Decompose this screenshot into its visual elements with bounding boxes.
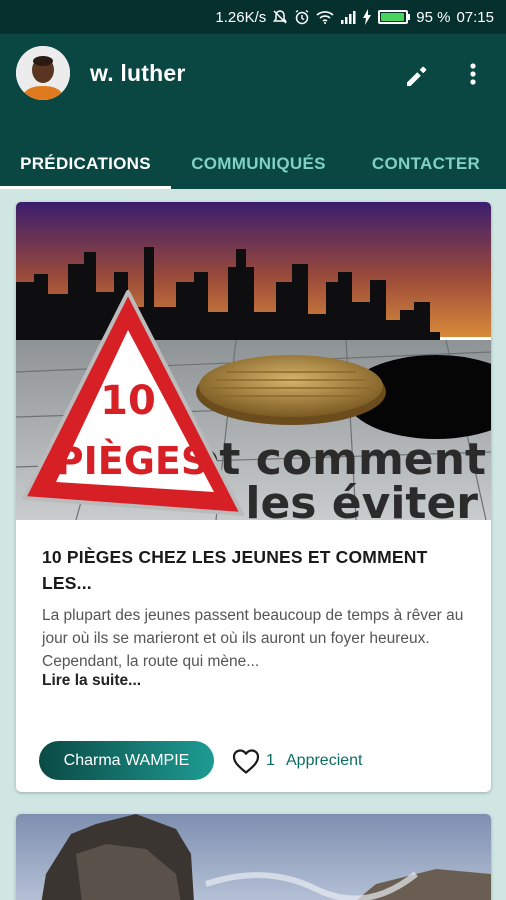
read-more-link[interactable]: Lire la suite... xyxy=(42,672,141,690)
sign-number: 10 xyxy=(100,378,156,424)
post-card[interactable] xyxy=(16,814,491,900)
alarm-icon xyxy=(294,9,310,25)
tab-bar: PRÉDICATIONS COMMUNIQUÉS CONTACTER xyxy=(0,138,506,189)
mute-icon xyxy=(272,9,288,25)
signal-icon xyxy=(340,10,356,24)
sign-word: PIÈGES xyxy=(56,439,208,483)
post-title[interactable]: 10 PIÈGES CHEZ LES JEUNES ET COMMENT LES… xyxy=(42,544,472,596)
tab-predications[interactable]: PRÉDICATIONS xyxy=(0,138,171,189)
charging-icon xyxy=(362,9,372,25)
app-bar: w. luther PRÉDICATIONS COMMUNIQUÉS CONTA… xyxy=(0,34,506,189)
tab-contacter[interactable]: CONTACTER xyxy=(346,138,506,189)
network-speed: 1.26K/s xyxy=(215,8,267,26)
post-card[interactable]: et comment les éviter 10 PIÈGES 10 PIÈGE… xyxy=(16,202,491,792)
app-title: w. luther xyxy=(90,60,186,86)
post-image[interactable]: et comment les éviter 10 PIÈGES xyxy=(16,202,491,520)
like-button[interactable] xyxy=(231,747,261,775)
edit-button[interactable] xyxy=(402,58,434,90)
like-count: 1 xyxy=(266,752,275,769)
clock: 07:15 xyxy=(456,8,494,26)
status-bar: 1.26K/s 95 % 07:15 xyxy=(0,0,506,34)
more-options-button[interactable] xyxy=(460,58,486,90)
pencil-icon xyxy=(407,66,427,86)
author-chip[interactable]: Charma WAMPIE xyxy=(39,741,214,780)
battery-percent: 95 % xyxy=(416,8,451,26)
tab-communiques[interactable]: COMMUNIQUÉS xyxy=(171,138,346,189)
battery-icon xyxy=(378,10,411,24)
image-caption-2: les éviter xyxy=(245,478,478,520)
post-image[interactable] xyxy=(16,814,491,900)
like-label: Apprecient xyxy=(286,752,363,769)
battery-fill xyxy=(381,13,405,21)
post-excerpt: La plupart des jeunes passent beaucoup d… xyxy=(42,607,464,670)
wifi-icon xyxy=(316,10,334,24)
avatar[interactable] xyxy=(16,46,70,100)
more-vert-icon xyxy=(470,63,476,85)
heart-icon xyxy=(232,749,260,774)
